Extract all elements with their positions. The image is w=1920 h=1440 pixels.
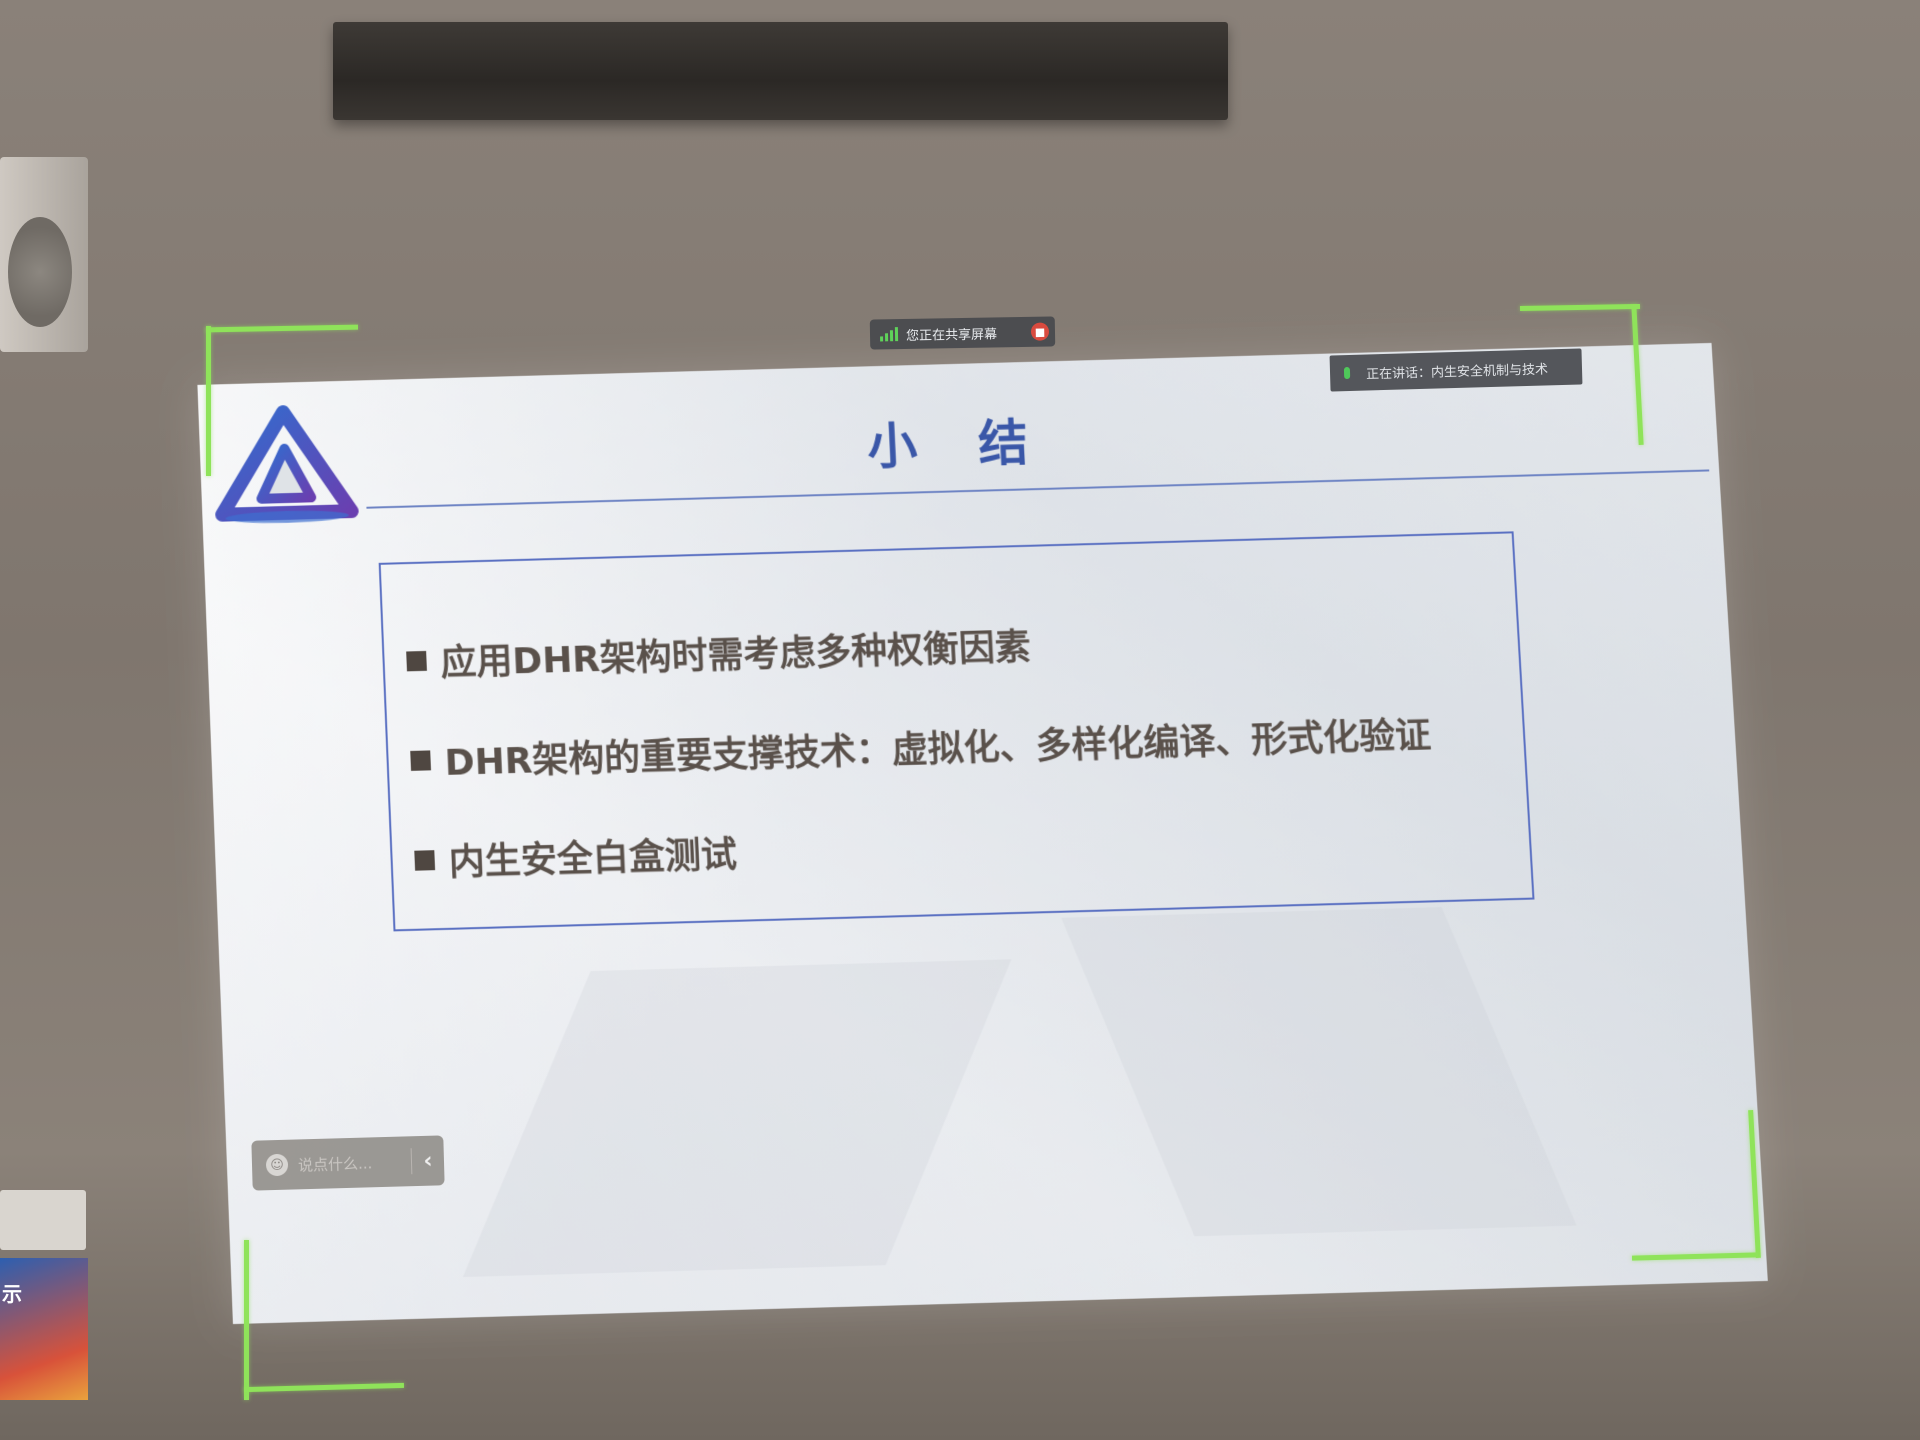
emoji-icon[interactable]: ☺ xyxy=(265,1153,289,1177)
signal-icon xyxy=(880,327,899,342)
bullet-item: 应用DHR架构时需考虑多种权衡因素 xyxy=(406,618,1032,687)
chevron-left-icon[interactable]: ‹ xyxy=(412,1148,445,1174)
chat-input-bar[interactable]: ☺ 说点什么... ‹ xyxy=(251,1135,445,1191)
stop-share-icon[interactable]: ■ xyxy=(1030,322,1050,341)
projector-housing xyxy=(333,22,1228,120)
wall-poster: 示 xyxy=(0,1258,88,1400)
speaking-indicator: 正在讲话：内生安全机制与技术 xyxy=(1329,348,1583,392)
speaker-grille xyxy=(8,217,72,327)
mic-icon xyxy=(1343,366,1351,380)
frame-corner-top-right xyxy=(1519,303,1641,312)
speaking-text: 正在讲话：内生安全机制与技术 xyxy=(1365,361,1549,383)
frame-corner-bottom-left xyxy=(243,1382,405,1393)
bullet-item: 内生安全白盒测试 xyxy=(414,826,738,887)
share-status-text: 您正在共享屏幕 xyxy=(905,326,998,344)
bullet-text: 应用DHR架构时需考虑多种权衡因素 xyxy=(439,627,1032,685)
bullet-text: 内生安全白盒测试 xyxy=(448,834,738,884)
bullet-text: DHR架构的重要支撑技术：虚拟化、多样化编译、形式化验证 xyxy=(443,715,1433,784)
frame-corner-top-left xyxy=(205,324,359,333)
chat-input[interactable]: 说点什么... xyxy=(298,1152,373,1175)
frame-corner-top-left xyxy=(206,326,211,476)
bullet-square-icon xyxy=(410,750,432,771)
poster-text: 示 xyxy=(2,1282,22,1306)
bullet-box: 应用DHR架构时需考虑多种权衡因素 DHR架构的重要支撑技术：虚拟化、多样化编译… xyxy=(378,531,1535,932)
bullet-square-icon xyxy=(414,850,436,871)
wall-speaker xyxy=(0,157,88,352)
screen-share-bar[interactable]: 您正在共享屏幕 ■ xyxy=(869,316,1056,350)
bullet-square-icon xyxy=(406,650,427,672)
bullet-item: DHR架构的重要支撑技术：虚拟化、多样化编译、形式化验证 xyxy=(410,707,1433,787)
wall-switch xyxy=(0,1190,86,1250)
frame-corner-bottom-left xyxy=(244,1240,249,1400)
